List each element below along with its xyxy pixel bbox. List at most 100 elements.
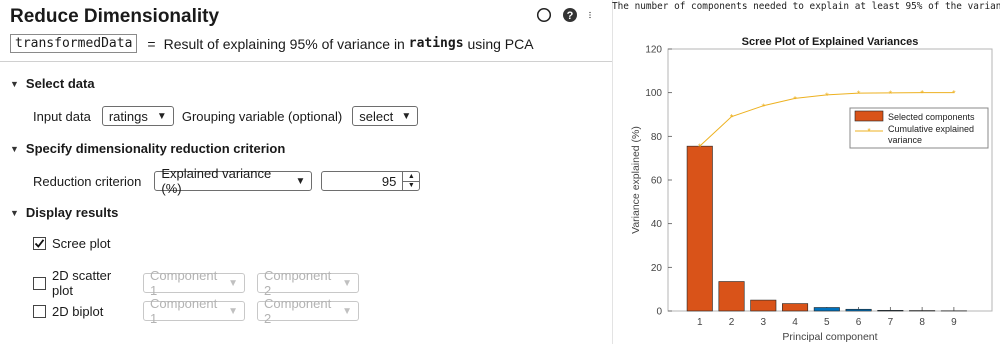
criterion-value: Explained variance (%) — [161, 166, 272, 196]
summary-method: using PCA — [467, 35, 534, 52]
x-tick-label: 5 — [824, 317, 830, 328]
y-tick-label: 80 — [651, 132, 663, 143]
select-data-row: Input data ratings ▼ Grouping variable (… — [33, 106, 419, 126]
chart-legend: Selected components * Cumulative explain… — [849, 107, 989, 149]
bar-component-7 — [877, 310, 904, 312]
scatter-plot-checkbox[interactable] — [33, 276, 46, 290]
grouping-label: Grouping variable (optional) — [181, 108, 343, 124]
legend-entry-line-cont: variance — [888, 135, 922, 145]
chevron-down-icon: ▼ — [228, 305, 238, 317]
input-data-dropdown[interactable]: ratings ▼ — [101, 106, 174, 126]
y-axis-label: Variance explained (%) — [630, 126, 642, 234]
biplot-component1-dropdown[interactable]: Component 1 ▼ — [143, 296, 245, 326]
input-data-label: Input data — [33, 108, 91, 124]
section-title: Select data — [25, 76, 95, 91]
x-tick-label: 4 — [792, 317, 798, 328]
autorun-icon[interactable] — [536, 7, 552, 23]
section-title: Specify dimensionality reduction criteri… — [25, 141, 286, 156]
scatter-plot-label: 2D scatter plot — [52, 268, 112, 298]
grouping-value: select — [359, 108, 394, 124]
x-tick-label: 9 — [951, 317, 957, 328]
y-tick-label: 120 — [645, 45, 662, 56]
bar-component-4 — [782, 303, 809, 312]
bar-component-6 — [845, 308, 872, 312]
summary-text: Result of explaining 95% of variance in — [163, 35, 405, 52]
component1-value: Component 1 — [150, 268, 218, 298]
header-divider — [0, 61, 612, 62]
more-options-icon[interactable] — [588, 7, 596, 23]
section-title: Display results — [25, 205, 119, 220]
scree-plot-chart: Scree Plot of Explained Variances Varian… — [630, 36, 993, 343]
scree-plot-label: Scree plot — [52, 236, 111, 251]
summary-equals: = — [147, 35, 156, 52]
section-display-results[interactable]: ▼ Display results — [10, 205, 118, 220]
x-tick-label: 2 — [729, 317, 735, 328]
cumulative-point-1: * — [698, 142, 702, 152]
y-tick-label: 60 — [651, 176, 663, 187]
task-summary: transformedData = Result of explaining 9… — [10, 34, 534, 53]
cumulative-point-5: * — [825, 91, 829, 101]
collapse-triangle-icon[interactable]: ▼ — [10, 79, 19, 89]
x-tick-label: 1 — [697, 317, 703, 328]
spinner-buttons: ▲ ▼ — [402, 172, 420, 191]
legend-bar-swatch — [854, 110, 884, 122]
summary-input-name: ratings — [408, 36, 464, 51]
y-tick-label: 100 — [645, 88, 662, 99]
cumulative-point-2: * — [730, 113, 734, 123]
scree-plot-checkbox[interactable] — [33, 237, 46, 250]
section-select-data[interactable]: ▼ Select data — [10, 76, 95, 91]
legend-entry-bars: Selected components — [888, 112, 975, 122]
criterion-dropdown[interactable]: Explained variance (%) ▼ — [154, 166, 313, 196]
biplot-label: 2D biplot — [52, 303, 104, 319]
live-task-panel: Reduce Dimensionality ? transformedData … — [0, 0, 613, 344]
cumulative-point-3: * — [762, 102, 766, 112]
cumulative-point-7: * — [889, 89, 893, 99]
bar-component-1 — [686, 145, 713, 312]
scatter-component2-dropdown[interactable]: Component 2 ▼ — [257, 268, 359, 298]
checkmark-icon — [34, 239, 45, 248]
spinner-value[interactable]: 95 — [322, 174, 402, 189]
plot-area — [667, 48, 993, 312]
output-variable-field[interactable]: transformedData — [10, 34, 138, 53]
cumulative-point-9: * — [952, 89, 956, 99]
cumulative-point-6: * — [857, 89, 861, 99]
bar-component-3 — [750, 299, 777, 312]
cumulative-point-4: * — [793, 94, 797, 104]
biplot-component2-dropdown[interactable]: Component 2 ▼ — [257, 296, 359, 326]
cumulative-point-8: * — [920, 89, 924, 99]
spinner-down-icon[interactable]: ▼ — [403, 180, 420, 191]
biplot-checkbox[interactable] — [33, 304, 46, 318]
y-tick-label: 20 — [651, 263, 663, 274]
section-criterion[interactable]: ▼ Specify dimensionality reduction crite… — [10, 141, 285, 156]
chevron-down-icon: ▼ — [228, 277, 238, 289]
legend-entry-line: Cumulative explained — [888, 124, 974, 134]
collapse-triangle-icon[interactable]: ▼ — [10, 208, 19, 218]
y-tick-label: 40 — [651, 219, 663, 230]
bar-component-5 — [813, 307, 840, 312]
scree-plot-row: Scree plot — [33, 236, 111, 251]
criterion-spinner[interactable]: 95 ▲ ▼ — [321, 171, 421, 191]
chevron-down-icon: ▼ — [401, 110, 412, 122]
console-output: The number of components needed to expla… — [612, 1, 1000, 12]
collapse-triangle-icon[interactable]: ▼ — [10, 144, 19, 154]
help-icon[interactable]: ? — [562, 7, 578, 23]
legend-star-marker: * — [867, 127, 870, 136]
criterion-label: Reduction criterion — [33, 173, 142, 189]
grouping-dropdown[interactable]: select ▼ — [352, 106, 419, 126]
criterion-row: Reduction criterion Explained variance (… — [33, 166, 421, 196]
svg-text:?: ? — [567, 10, 574, 22]
component2-value: Component 2 — [264, 296, 332, 326]
chevron-down-icon: ▼ — [342, 277, 352, 289]
biplot-row: 2D biplot Component 1 ▼ Component 2 ▼ — [33, 296, 359, 326]
input-data-value: ratings — [108, 108, 148, 124]
scatter-component1-dropdown[interactable]: Component 1 ▼ — [143, 268, 245, 298]
y-tick-label: 0 — [656, 307, 662, 318]
x-tick-label: 3 — [761, 317, 767, 328]
x-tick-label: 6 — [856, 317, 862, 328]
x-tick-label: 8 — [919, 317, 925, 328]
chevron-down-icon: ▼ — [342, 305, 352, 317]
chevron-down-icon: ▼ — [156, 110, 167, 122]
chart-title: Scree Plot of Explained Variances — [742, 36, 919, 48]
spinner-up-icon[interactable]: ▲ — [403, 172, 419, 181]
scatter-plot-row: 2D scatter plot Component 1 ▼ Component … — [33, 268, 359, 298]
